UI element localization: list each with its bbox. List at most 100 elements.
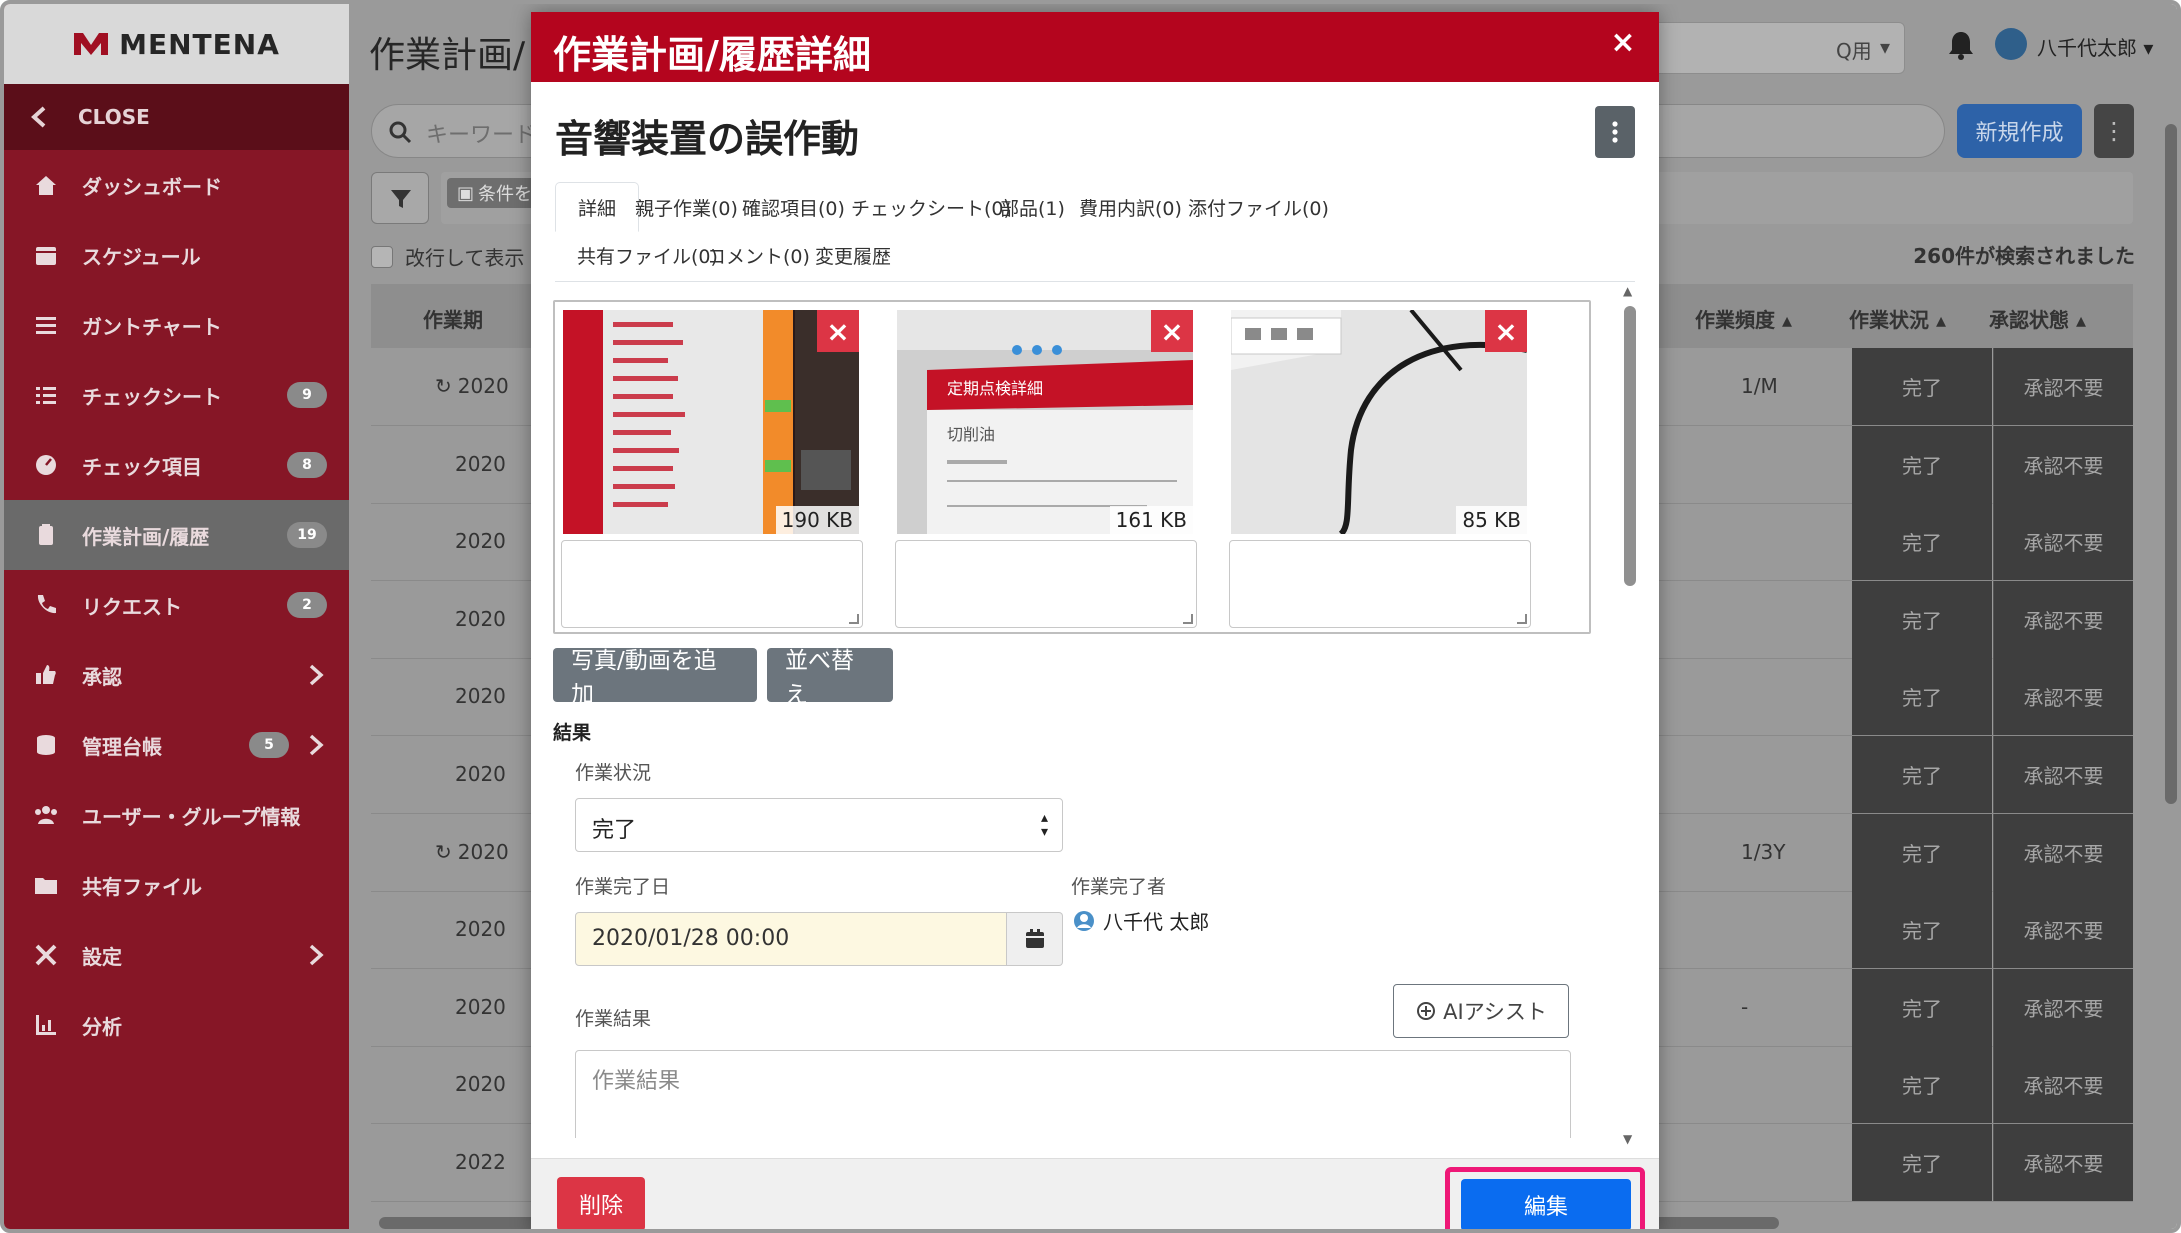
workspace-select[interactable]: Q用 bbox=[1625, 22, 1905, 74]
wrap-checkbox[interactable]: 改行して表示 bbox=[371, 242, 524, 271]
cell-date-text: 2020 bbox=[455, 529, 506, 554]
th-status-label: 作業状況 bbox=[1849, 308, 1929, 332]
sidebar-item[interactable]: 分析 bbox=[4, 990, 349, 1060]
save-condition-button[interactable]: ▣ 条件を bbox=[447, 178, 543, 208]
chart-icon bbox=[32, 1011, 60, 1039]
save-condition-label: 条件を bbox=[478, 184, 533, 205]
cell-frequency: 1/M bbox=[1741, 374, 1778, 398]
photo-size: 85 KB bbox=[1456, 506, 1527, 534]
cell-date: ↻ 2020 bbox=[435, 374, 509, 398]
cell-frequency: - bbox=[1741, 994, 1749, 1019]
main-vertical-scrollbar[interactable] bbox=[2163, 84, 2177, 1214]
cell-status: 完了 bbox=[1852, 425, 1992, 503]
result-section-label: 結果 bbox=[553, 722, 592, 744]
cell-status: 完了 bbox=[1852, 1046, 1992, 1124]
th-approval-label: 承認状態 bbox=[1989, 308, 2069, 332]
home-icon bbox=[32, 171, 60, 199]
tab-history[interactable]: 変更履歴 bbox=[793, 230, 913, 280]
scroll-down-icon[interactable]: ▼ bbox=[1623, 1132, 1632, 1146]
th-approval[interactable]: 承認状態 ▴ bbox=[1989, 304, 2086, 333]
cell-approval: 承認不要 bbox=[1993, 891, 2133, 969]
scroll-up-icon[interactable]: ▲ bbox=[1623, 284, 1632, 298]
count-badge: 2 bbox=[287, 592, 327, 618]
result-textarea[interactable]: 作業結果 bbox=[575, 1050, 1571, 1138]
sidebar-item[interactable]: 共有ファイル bbox=[4, 850, 349, 920]
modal-menu-button[interactable] bbox=[1595, 106, 1635, 158]
cell-date: 2020 bbox=[455, 917, 506, 941]
sidebar-item[interactable]: チェック項目 8 bbox=[4, 430, 349, 500]
sidebar-item[interactable]: ダッシュボード bbox=[4, 150, 349, 220]
cell-approval: 承認不要 bbox=[1993, 968, 2133, 1046]
calendar-button[interactable] bbox=[1007, 912, 1063, 966]
photo-caption-input[interactable] bbox=[895, 540, 1197, 628]
ai-assist-button[interactable]: AIアシスト bbox=[1393, 984, 1569, 1038]
cell-date-text: 2020 bbox=[455, 684, 506, 709]
sidebar-item[interactable]: 承認 bbox=[4, 640, 349, 710]
photo-caption-input[interactable] bbox=[1229, 540, 1531, 628]
photo-delete-button[interactable]: × bbox=[817, 310, 859, 352]
cell-date: 2020 bbox=[455, 995, 506, 1019]
sidebar-item-label: チェック項目 bbox=[82, 454, 202, 479]
detail-modal: 作業計画/履歴詳細 × 音響装置の誤作動 詳細 親子作業(0) 確認項目(0) … bbox=[531, 12, 1659, 1229]
status-select[interactable]: 完了 ▴ ▾ bbox=[575, 798, 1063, 852]
cell-frequency: 1/3Y bbox=[1741, 839, 1786, 864]
tools-icon bbox=[32, 941, 60, 969]
add-photo-button[interactable]: 写真/動画を追加 bbox=[553, 648, 757, 708]
sidebar-item[interactable]: 設定 bbox=[4, 920, 349, 990]
photo-gallery: × 190 KB 定期点検詳細 切削油 × 161 KB × 85 KB bbox=[553, 300, 1591, 634]
delete-button[interactable]: 削除 bbox=[557, 1177, 645, 1229]
filter-icon bbox=[391, 190, 411, 208]
select-arrows-icon: ▴ ▾ bbox=[1040, 810, 1048, 840]
sidebar-item-label: スケジュール bbox=[82, 244, 201, 269]
th-freq[interactable]: 作業頻度 ▴ bbox=[1695, 304, 1792, 333]
scroll-thumb[interactable] bbox=[2165, 124, 2177, 804]
cell-date: 2020 bbox=[455, 1072, 506, 1096]
modal-scroll-thumb[interactable] bbox=[1624, 306, 1636, 586]
photo-delete-button[interactable]: × bbox=[1485, 310, 1527, 352]
modal-scrollbar[interactable]: ▲ ▼ bbox=[1619, 284, 1641, 1146]
search-icon bbox=[389, 121, 412, 144]
sidebar-item-label: 管理台帳 bbox=[82, 734, 162, 759]
close-icon[interactable]: × bbox=[1603, 22, 1643, 62]
filter-button[interactable] bbox=[371, 172, 429, 224]
cell-status: 完了 bbox=[1852, 813, 1992, 891]
new-button[interactable]: 新規作成 bbox=[1957, 104, 2082, 158]
user-menu[interactable]: 八千代太郎 ▾ bbox=[2037, 32, 2153, 61]
th-status[interactable]: 作業状況 ▴ bbox=[1849, 304, 1946, 333]
phone-icon bbox=[32, 591, 60, 619]
cell-date: 2020 bbox=[455, 684, 506, 708]
cell-approval: 承認不要 bbox=[1993, 348, 2133, 425]
sidebar-item[interactable]: チェックシート 9 bbox=[4, 360, 349, 430]
th-date[interactable]: 作業期 bbox=[423, 304, 483, 333]
sidebar-close-button[interactable]: CLOSE bbox=[4, 84, 349, 150]
photo-thumbnail[interactable]: × 85 KB bbox=[1231, 310, 1527, 534]
done-date-input[interactable]: 2020/01/28 00:00 bbox=[575, 912, 1007, 966]
photo-delete-button[interactable]: × bbox=[1151, 310, 1193, 352]
user-avatar-icon[interactable] bbox=[1995, 28, 2027, 60]
photo-caption-input[interactable] bbox=[561, 540, 863, 628]
sidebar-item[interactable]: スケジュール bbox=[4, 220, 349, 290]
workspace-select-value: Q用 bbox=[1836, 39, 1872, 63]
sidebar-close-label: CLOSE bbox=[78, 105, 150, 129]
cell-approval: 承認不要 bbox=[1993, 813, 2133, 891]
sidebar-item[interactable]: ガントチャート bbox=[4, 290, 349, 360]
sort-button[interactable]: 並べ替え bbox=[767, 648, 893, 708]
sidebar-item[interactable]: ユーザー・グループ情報 bbox=[4, 780, 349, 850]
count-badge: 9 bbox=[287, 382, 327, 408]
photo-doc-title: 定期点検詳細 bbox=[947, 379, 1043, 398]
edit-button[interactable]: 編集 bbox=[1461, 1179, 1631, 1229]
sidebar-item[interactable]: 作業計画/履歴 19 bbox=[4, 500, 349, 570]
photo-thumbnail[interactable]: × 190 KB bbox=[563, 310, 859, 534]
sidebar-item[interactable]: リクエスト 2 bbox=[4, 570, 349, 640]
checkbox-box bbox=[371, 245, 393, 268]
bell-icon[interactable] bbox=[1947, 30, 1975, 60]
sidebar-item-label: ガントチャート bbox=[82, 314, 222, 339]
chevron-right-icon bbox=[303, 942, 329, 968]
cell-date-text: 2020 bbox=[455, 606, 506, 631]
photo-thumbnail[interactable]: 定期点検詳細 切削油 × 161 KB bbox=[897, 310, 1193, 534]
cell-date: 2020 bbox=[455, 452, 506, 476]
more-menu-icon[interactable]: ⋮ bbox=[2094, 104, 2134, 158]
tab-attachments[interactable]: 添付ファイル(0) bbox=[1166, 182, 1351, 232]
sidebar-item[interactable]: 管理台帳 5 bbox=[4, 710, 349, 780]
cell-status: 完了 bbox=[1852, 1124, 1992, 1201]
